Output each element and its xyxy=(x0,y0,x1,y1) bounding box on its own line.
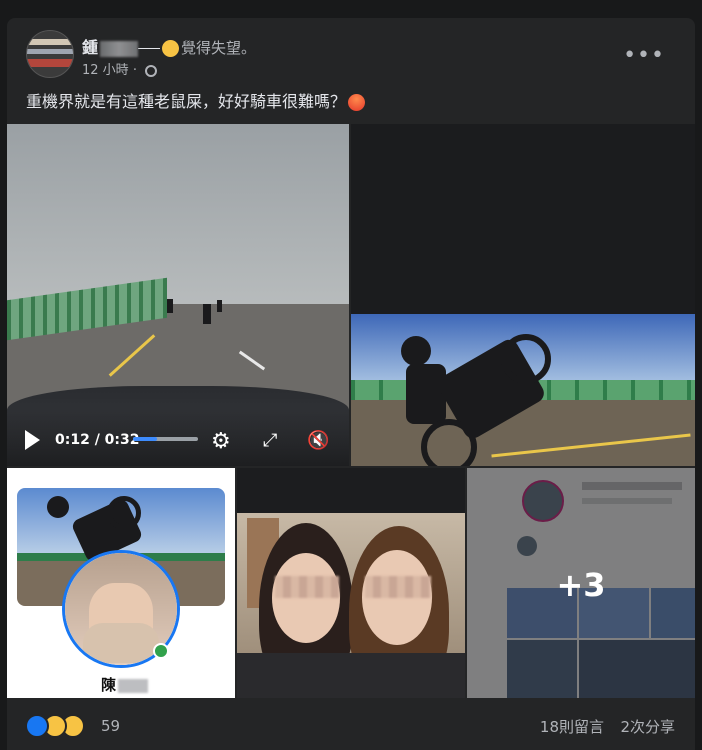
video-player[interactable]: 0:12 / 0:32 ⚙ ⤢ 🔇 xyxy=(7,124,349,466)
video-time: 0:12 / 0:32 xyxy=(55,432,140,448)
timestamp[interactable]: 12 小時 xyxy=(82,63,129,78)
fullscreen-icon[interactable]: ⤢ xyxy=(263,430,277,451)
photo-wheelie[interactable] xyxy=(351,124,695,466)
profile-name: 陳 xyxy=(101,674,149,695)
blurred-name xyxy=(100,40,139,57)
photo-more[interactable]: +3 xyxy=(467,468,695,698)
more-icon[interactable]: ••• xyxy=(623,43,665,68)
angry-emoji xyxy=(348,94,366,111)
reaction-count[interactable]: 59 xyxy=(101,717,120,735)
photo-profile-card[interactable]: 陳 xyxy=(7,468,235,698)
like-reaction-icon[interactable] xyxy=(25,714,49,738)
post-card: 鍾覺得失望。 12 小時 · ••• 重機界就是有這種老鼠屎，好好騎車很難嗎？ … xyxy=(7,18,695,750)
online-status-dot xyxy=(153,643,169,659)
more-photos-count: +3 xyxy=(556,566,606,604)
photo-selfie[interactable] xyxy=(237,468,465,698)
feeling-text: 覺得失望。 xyxy=(181,39,257,57)
comments-link[interactable]: 18則留言 xyxy=(540,716,604,737)
post-text: 重機界就是有這種老鼠屎，好好騎車很難嗎？ xyxy=(26,88,367,112)
disappointed-emoji xyxy=(162,40,180,57)
author-avatar[interactable] xyxy=(26,30,74,78)
shares-link[interactable]: 2次分享 xyxy=(620,716,675,737)
mute-icon[interactable]: 🔇 xyxy=(307,430,329,451)
post-footer: 59 18則留言 2次分享 xyxy=(7,704,695,750)
blur-mosaic xyxy=(365,576,431,598)
globe-icon xyxy=(145,64,158,77)
video-controls: 0:12 / 0:32 ⚙ ⤢ 🔇 xyxy=(7,408,349,466)
play-icon[interactable] xyxy=(25,430,40,450)
blur-mosaic xyxy=(275,576,339,598)
post-meta: 12 小時 · xyxy=(82,59,158,78)
video-progress[interactable] xyxy=(133,437,198,441)
author-name[interactable]: 鍾 xyxy=(82,38,98,57)
settings-icon[interactable]: ⚙ xyxy=(211,429,231,454)
post-header: 鍾 覺得失望。 xyxy=(82,34,256,58)
progress-fill xyxy=(133,437,158,441)
